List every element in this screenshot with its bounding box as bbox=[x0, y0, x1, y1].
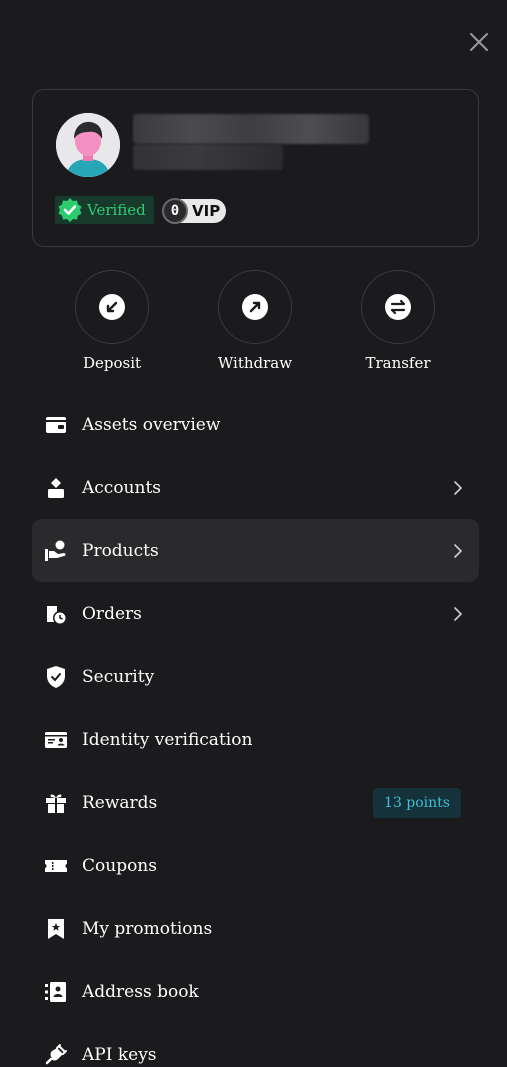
id-card-icon bbox=[45, 731, 67, 748]
menu-item-label: Orders bbox=[82, 603, 142, 624]
gift-icon bbox=[46, 794, 66, 813]
transfer-button[interactable]: Transfer bbox=[338, 270, 458, 372]
transfer-label: Transfer bbox=[365, 354, 431, 372]
menu-item-security[interactable]: Security bbox=[32, 645, 479, 708]
verified-badge: Verified bbox=[55, 196, 154, 224]
menu-item-coupons[interactable]: Coupons bbox=[32, 834, 479, 897]
close-button[interactable] bbox=[467, 30, 491, 54]
plug-icon bbox=[45, 1043, 67, 1064]
menu-item-products[interactable]: Products bbox=[32, 519, 479, 582]
menu-item-address-book[interactable]: Address book bbox=[32, 960, 479, 1023]
avatar[interactable] bbox=[56, 113, 120, 177]
transfer-circle bbox=[361, 270, 435, 344]
deposit-arrow-icon bbox=[99, 294, 125, 320]
menu-item-orders[interactable]: Orders bbox=[32, 582, 479, 645]
shield-check-icon bbox=[47, 665, 65, 688]
address-book-icon bbox=[45, 981, 66, 1002]
bookmark-star-icon bbox=[48, 918, 64, 939]
rewards-points-badge[interactable]: 13 points bbox=[373, 787, 461, 818]
deposit-label: Deposit bbox=[82, 354, 142, 372]
profile-card[interactable]: Verified 0 VIP bbox=[32, 89, 479, 247]
vip-label: VIP bbox=[192, 202, 221, 220]
menu-item-label: Rewards bbox=[82, 792, 158, 813]
menu-item-label: Identity verification bbox=[82, 729, 253, 750]
menu-item-rewards[interactable]: Rewards 13 points bbox=[32, 771, 479, 834]
menu-item-label: Assets overview bbox=[82, 414, 221, 435]
close-icon bbox=[470, 33, 488, 51]
withdraw-arrow-icon bbox=[242, 294, 268, 320]
chevron-right-icon bbox=[454, 480, 463, 495]
menu-item-identity-verification[interactable]: Identity verification bbox=[32, 708, 479, 771]
wallet-icon bbox=[46, 416, 66, 433]
menu-item-label: Coupons bbox=[82, 855, 157, 876]
menu-item-label: Accounts bbox=[82, 477, 162, 498]
orders-icon bbox=[47, 605, 67, 625]
menu-item-assets-overview[interactable]: Assets overview bbox=[32, 393, 479, 456]
menu-item-label: Address book bbox=[82, 981, 199, 1002]
verified-label: Verified bbox=[87, 201, 146, 219]
products-icon bbox=[45, 540, 66, 561]
menu-item-my-promotions[interactable]: My promotions bbox=[32, 897, 479, 960]
username-redacted bbox=[133, 114, 369, 170]
verified-check-icon bbox=[58, 198, 82, 222]
vip-badge[interactable]: 0 VIP bbox=[162, 198, 227, 224]
deposit-button[interactable]: Deposit bbox=[52, 270, 172, 372]
withdraw-circle bbox=[218, 270, 292, 344]
transfer-arrows-icon bbox=[385, 294, 411, 320]
menu-item-label: Security bbox=[82, 666, 155, 687]
withdraw-button[interactable]: Withdraw bbox=[195, 270, 315, 372]
menu-item-label: Products bbox=[82, 540, 159, 561]
withdraw-label: Withdraw bbox=[217, 354, 293, 372]
menu-item-api-keys[interactable]: API keys bbox=[32, 1023, 479, 1067]
vip-level: 0 bbox=[162, 198, 188, 224]
ticket-icon bbox=[45, 859, 67, 872]
menu-item-label: API keys bbox=[82, 1044, 157, 1065]
accounts-icon bbox=[48, 477, 64, 498]
account-menu: Assets overview Accounts Products Orders bbox=[32, 393, 479, 1067]
avatar-illustration bbox=[56, 113, 120, 177]
menu-item-label: My promotions bbox=[82, 918, 213, 939]
deposit-circle bbox=[75, 270, 149, 344]
chevron-right-icon bbox=[454, 606, 463, 621]
chevron-right-icon bbox=[454, 543, 463, 558]
menu-item-accounts[interactable]: Accounts bbox=[32, 456, 479, 519]
quick-actions: Deposit Withdraw Transfer bbox=[0, 270, 507, 380]
